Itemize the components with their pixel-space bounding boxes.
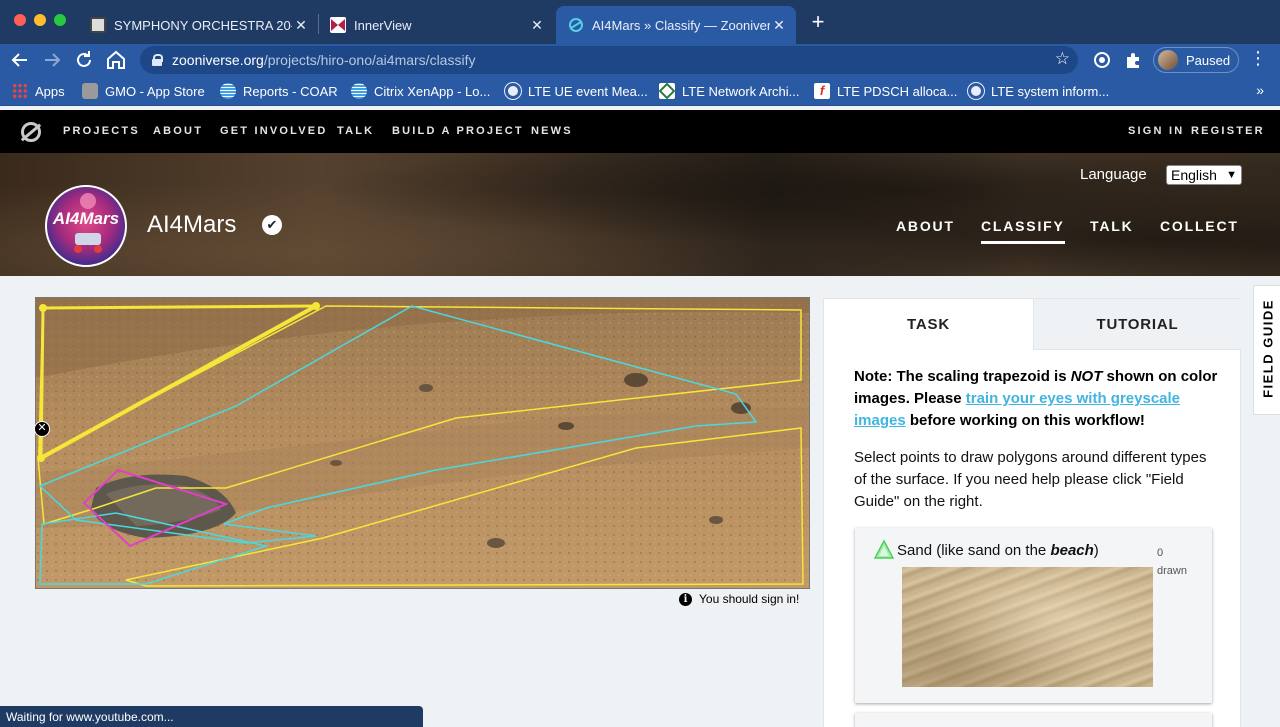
- drawn-count: 0 drawn: [1157, 547, 1187, 577]
- nav-about[interactable]: ABOUT: [153, 125, 203, 137]
- bookmark-lte-system-inform[interactable]: LTE system inform...: [968, 82, 1109, 100]
- browser-toolbar: zooniverse.org/projects/hiro-ono/ai4mars…: [0, 44, 1280, 76]
- lock-icon: [152, 54, 163, 66]
- browser-tab-ai4mars[interactable]: AI4Mars » Classify — Zooniver ✕: [556, 6, 796, 44]
- bookmarks-bar: Apps GMO - App Store Reports - COAR Citr…: [0, 76, 1280, 106]
- window-close-button[interactable]: [14, 14, 26, 26]
- bookmark-gmo-app-store[interactable]: GMO - App Store: [82, 82, 205, 100]
- wrench-icon: [82, 83, 98, 99]
- project-avatar[interactable]: AI4Mars: [45, 185, 127, 267]
- bookmark-star-icon[interactable]: ☆: [1055, 49, 1070, 69]
- task-panel: TASK TUTORIAL Note: The scaling trapezoi…: [823, 298, 1241, 727]
- address-bar[interactable]: zooniverse.org/projects/hiro-ono/ai4mars…: [140, 46, 1078, 74]
- sign-in-notice: i You should sign in!: [679, 592, 799, 606]
- tab-task[interactable]: TASK: [824, 299, 1033, 350]
- window-zoom-button[interactable]: [54, 14, 66, 26]
- avatar-logo-text: AI4Mars: [52, 209, 120, 228]
- sign-in-link[interactable]: SIGN IN: [1128, 125, 1184, 137]
- answer-option-next[interactable]: [855, 713, 1212, 727]
- window-minimize-button[interactable]: [34, 14, 46, 26]
- bookmark-apps[interactable]: Apps: [12, 82, 65, 100]
- tab-title: InnerView: [354, 17, 412, 33]
- back-arrow-icon[interactable]: [8, 48, 32, 72]
- nav-build-a-project[interactable]: BUILD A PROJECT: [392, 125, 524, 137]
- url-host: zooniverse.org: [172, 52, 264, 68]
- register-link[interactable]: REGISTER: [1191, 125, 1265, 137]
- delete-point-button[interactable]: ✕: [34, 421, 50, 437]
- polygon-tool-icon: [873, 539, 895, 559]
- extensions-puzzle-icon[interactable]: [1123, 50, 1143, 70]
- project-nav-classify[interactable]: CLASSIFY: [981, 218, 1065, 244]
- extension-circle-icon[interactable]: [1092, 50, 1112, 70]
- zooniverse-favicon-icon: [568, 17, 584, 33]
- att-globe-icon: [220, 83, 236, 99]
- bookmark-reports-coar[interactable]: Reports - COAR: [220, 82, 338, 100]
- tab-close-icon[interactable]: ✕: [770, 17, 788, 34]
- task-note: Note: The scaling trapezoid is NOT shown…: [854, 368, 1218, 429]
- profile-status: Paused: [1186, 52, 1231, 68]
- bookmarks-overflow-button[interactable]: »: [1256, 82, 1264, 98]
- browser-menu-icon[interactable]: ⋮: [1248, 48, 1268, 69]
- bookmark-lte-ue-event[interactable]: LTE UE event Mea...: [505, 82, 648, 100]
- chevron-down-icon: ▼: [1226, 169, 1237, 181]
- url-path: /projects/hiro-ono/ai4mars/classify: [263, 52, 476, 68]
- tab-title: SYMPHONY ORCHESTRA 20-2: [114, 17, 292, 33]
- project-header: AI4Mars AI4Mars ✔ Language English ▼ ABO…: [0, 153, 1280, 276]
- nav-news[interactable]: NEWS: [531, 125, 573, 137]
- att-globe-icon: [351, 83, 367, 99]
- answer-label: Sand (like sand on the beach): [897, 542, 1099, 559]
- reload-icon[interactable]: [72, 48, 96, 72]
- avatar: [1158, 50, 1178, 70]
- apps-grid-icon: [12, 83, 28, 99]
- site-navigation: PROJECTS ABOUT GET INVOLVED TALK BUILD A…: [0, 110, 1280, 153]
- photo-icon: [90, 17, 106, 33]
- language-label: Language: [1080, 166, 1147, 183]
- info-icon: i: [679, 592, 692, 606]
- verified-check-icon: ✔: [262, 215, 282, 235]
- answer-option-sand[interactable]: Sand (like sand on the beach) 0 drawn: [855, 528, 1212, 703]
- sand-example-image: [902, 567, 1153, 687]
- new-tab-button[interactable]: +: [806, 10, 830, 34]
- status-bar: Waiting for www.youtube.com...: [0, 706, 423, 727]
- tab-title: AI4Mars » Classify — Zooniver: [592, 17, 770, 33]
- tab-close-icon[interactable]: ✕: [292, 17, 310, 34]
- browser-tab-symphony[interactable]: SYMPHONY ORCHESTRA 20-2 ✕: [78, 6, 318, 44]
- flash-icon: f: [814, 83, 830, 99]
- mars-terrain-image[interactable]: [36, 298, 809, 588]
- diamond-logo-icon: [658, 82, 676, 100]
- field-guide-tab[interactable]: FIELD GUIDE: [1253, 285, 1280, 415]
- browser-tab-bar: SYMPHONY ORCHESTRA 20-2 ✕ InnerView ✕ AI…: [0, 0, 1280, 44]
- nav-talk[interactable]: TALK: [337, 125, 374, 137]
- task-instructions: Select points to draw polygons around di…: [854, 449, 1207, 510]
- project-nav-talk[interactable]: TALK: [1090, 218, 1134, 234]
- tab-tutorial[interactable]: TUTORIAL: [1033, 299, 1241, 350]
- bookmark-citrix-xenapp[interactable]: Citrix XenApp - Lo...: [351, 82, 490, 100]
- globe-icon: [968, 83, 984, 99]
- language-select[interactable]: English ▼: [1166, 165, 1242, 185]
- bookmark-lte-pdsch[interactable]: f LTE PDSCH alloca...: [814, 82, 957, 100]
- nav-projects[interactable]: PROJECTS: [63, 125, 140, 137]
- project-title: AI4Mars: [147, 211, 237, 238]
- subject-viewer[interactable]: [35, 297, 810, 589]
- nav-get-involved[interactable]: GET INVOLVED: [220, 125, 327, 137]
- home-icon[interactable]: [104, 48, 128, 72]
- globe-icon: [505, 83, 521, 99]
- innerview-logo-icon: [330, 17, 346, 33]
- project-nav-collect[interactable]: COLLECT: [1160, 218, 1239, 234]
- profile-button[interactable]: Paused: [1153, 47, 1239, 73]
- bookmark-lte-network-archi[interactable]: LTE Network Archi...: [658, 82, 800, 100]
- browser-tab-innerview[interactable]: InnerView ✕: [318, 6, 554, 44]
- zooniverse-logo-icon[interactable]: [21, 122, 41, 142]
- project-nav-about[interactable]: ABOUT: [896, 218, 955, 234]
- tab-close-icon[interactable]: ✕: [528, 17, 546, 34]
- forward-arrow-icon[interactable]: [40, 48, 64, 72]
